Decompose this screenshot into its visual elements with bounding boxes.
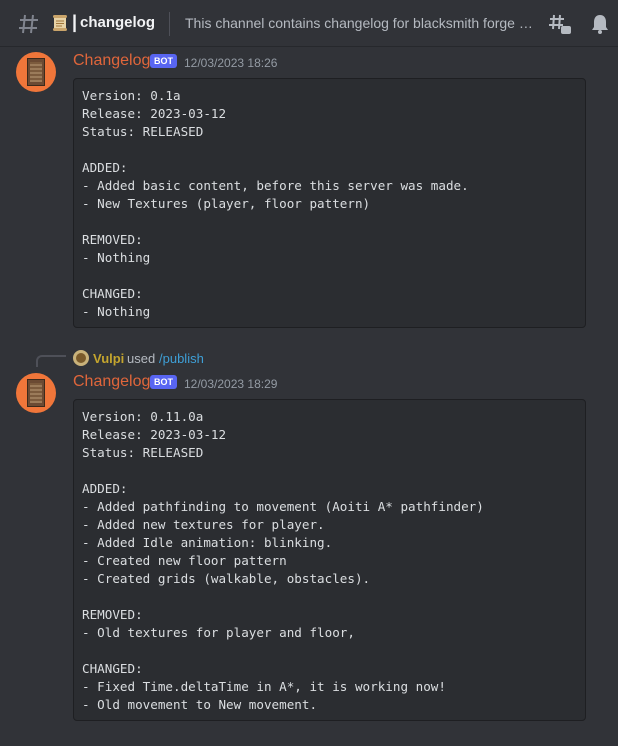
bot-tag: BOT <box>150 375 177 389</box>
bell-icon[interactable] <box>588 12 612 36</box>
channel-name: changelog <box>80 14 156 31</box>
command-user-avatar[interactable] <box>73 350 89 366</box>
code-text: Version: 0.11.0a Release: 2023-03-12 Sta… <box>82 409 484 712</box>
code-block: Version: 0.11.0a Release: 2023-03-12 Sta… <box>73 399 586 721</box>
threads-icon[interactable] <box>548 12 572 36</box>
scroll-icon <box>53 15 67 31</box>
avatar[interactable] <box>16 373 56 413</box>
reply-connector <box>36 355 66 367</box>
hashtag-icon <box>19 14 38 34</box>
header-pipe: | <box>72 12 78 32</box>
command-user[interactable]: Vulpi <box>93 351 124 366</box>
channel-topic[interactable]: This channel contains changelog for blac… <box>185 15 535 31</box>
code-block: Version: 0.1a Release: 2023-03-12 Status… <box>73 78 586 328</box>
header-divider <box>169 12 170 36</box>
channel-header: | changelog This channel contains change… <box>0 0 618 47</box>
message-timestamp: 12/03/2023 18:29 <box>184 377 278 391</box>
avatar[interactable] <box>16 52 56 92</box>
command-used-text: used <box>127 351 156 366</box>
code-text: Version: 0.1a Release: 2023-03-12 Status… <box>82 88 469 319</box>
message-timestamp: 12/03/2023 18:26 <box>184 56 278 70</box>
bot-tag: BOT <box>150 54 177 68</box>
command-name[interactable]: /publish <box>159 351 204 366</box>
message-author[interactable]: Changelog <box>73 373 150 391</box>
message-author[interactable]: Changelog <box>73 52 150 70</box>
